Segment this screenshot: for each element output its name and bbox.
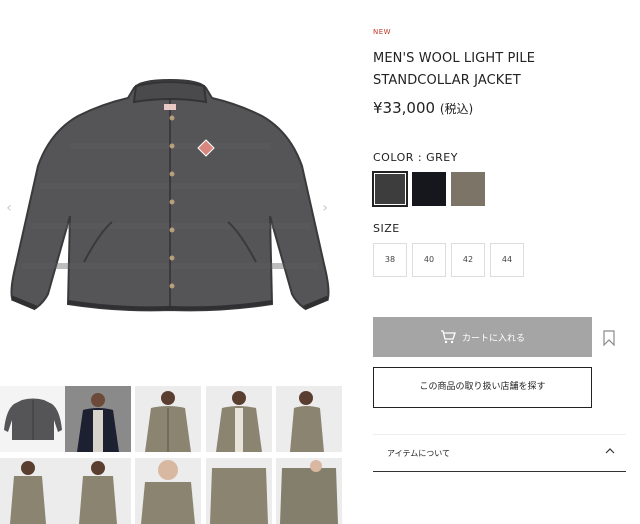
price-tax-note: (税込) — [439, 102, 474, 116]
product-price: ¥33,000 (税込) — [373, 99, 473, 117]
grey-wool-jacket-image — [10, 78, 330, 312]
bookmark-icon[interactable] — [602, 330, 616, 346]
add-to-cart-label: カートに入れる — [461, 333, 525, 344]
add-to-cart-button[interactable]: カートに入れる — [373, 317, 592, 357]
accordion-item-about[interactable]: アイテムについて — [373, 434, 626, 472]
accordion-label: アイテムについて — [387, 449, 450, 458]
product-gallery: ‹ › — [0, 0, 350, 524]
chevron-up-icon — [605, 448, 615, 454]
product-title: MEN'S WOOL LIGHT PILE STANDCOLLAR JACKET — [373, 51, 536, 88]
chevron-right-icon[interactable]: › — [318, 198, 332, 218]
size-option-40[interactable]: 40 — [412, 243, 446, 277]
color-swatch-navy[interactable] — [412, 172, 446, 206]
size-option-44[interactable]: 44 — [490, 243, 524, 277]
chevron-left-icon[interactable]: ‹ — [2, 198, 16, 218]
price-value: ¥33,000 — [373, 99, 436, 117]
size-option-42[interactable]: 42 — [451, 243, 485, 277]
product-info-panel: NEW MEN'S WOOL LIGHT PILE STANDCOLLAR JA… — [372, 0, 640, 480]
thumbnail-grey-jacket[interactable] — [0, 386, 66, 452]
color-label: COLOR : GREY — [373, 151, 458, 164]
size-label: SIZE — [373, 222, 400, 235]
thumbnail-khaki-jacket-side[interactable] — [276, 386, 342, 452]
thumbnail-model-1[interactable] — [0, 458, 66, 524]
thumbnail-model-3[interactable] — [135, 458, 201, 524]
color-swatch-khaki[interactable] — [451, 172, 485, 206]
find-store-button[interactable]: この商品の取り扱い店舗を探す — [373, 367, 592, 408]
new-badge: NEW — [373, 28, 392, 36]
size-option-38[interactable]: 38 — [373, 243, 407, 277]
main-product-image[interactable] — [0, 36, 340, 376]
thumbnail-model-2[interactable] — [65, 458, 131, 524]
thumbnail-khaki-jacket-front[interactable] — [135, 386, 201, 452]
thumbnail-navy-jacket[interactable] — [65, 386, 131, 452]
thumbnail-khaki-jacket-open[interactable] — [206, 386, 272, 452]
thumbnail-model-5[interactable] — [276, 458, 342, 524]
thumbnail-strip — [0, 386, 350, 524]
thumbnail-model-4[interactable] — [206, 458, 272, 524]
cart-icon — [440, 330, 456, 344]
color-swatch-grey[interactable] — [372, 171, 408, 207]
